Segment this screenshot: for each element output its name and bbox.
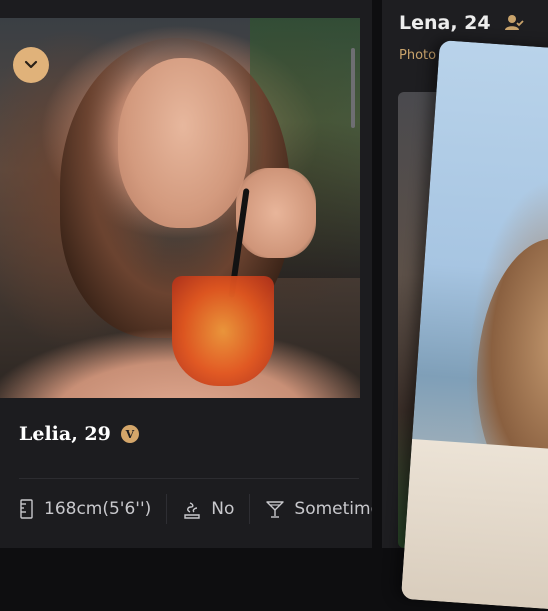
profile-header: Lelia, 29 V xyxy=(19,423,139,445)
verified-badge: V xyxy=(120,425,139,443)
smoking-value: No xyxy=(211,499,235,519)
profile-photo[interactable] xyxy=(0,18,360,398)
chevron-down-icon xyxy=(24,60,38,69)
attribute-drinking: Sometimes xyxy=(265,499,372,519)
attribute-height: 168cm(5'6'') xyxy=(19,499,151,519)
attribute-smoking: No xyxy=(182,499,234,519)
photo-hand xyxy=(236,168,316,258)
height-value: 168cm(5'6'') xyxy=(44,499,152,519)
ruler-icon xyxy=(20,499,33,519)
separator xyxy=(249,494,251,524)
scroll-indicator[interactable] xyxy=(351,48,355,128)
divider xyxy=(19,478,359,479)
profile-card-left[interactable]: Lelia, 29 V 168cm(5'6'') No Sometim xyxy=(0,0,372,548)
profile-attributes: 168cm(5'6'') No Sometimes xyxy=(19,494,372,524)
drinking-value: Sometimes xyxy=(294,499,372,519)
photo-drink xyxy=(172,276,274,386)
photo-sweater xyxy=(400,439,548,611)
profile-name: Lena, 24 xyxy=(399,12,491,34)
profile-name: Lelia, 29 xyxy=(19,423,111,445)
drink-glass-icon xyxy=(266,501,285,518)
no-smoking-icon xyxy=(184,502,200,519)
separator xyxy=(166,494,168,524)
collapse-button[interactable] xyxy=(13,47,49,83)
user-verified-icon xyxy=(505,15,524,30)
photo-face xyxy=(118,58,248,228)
